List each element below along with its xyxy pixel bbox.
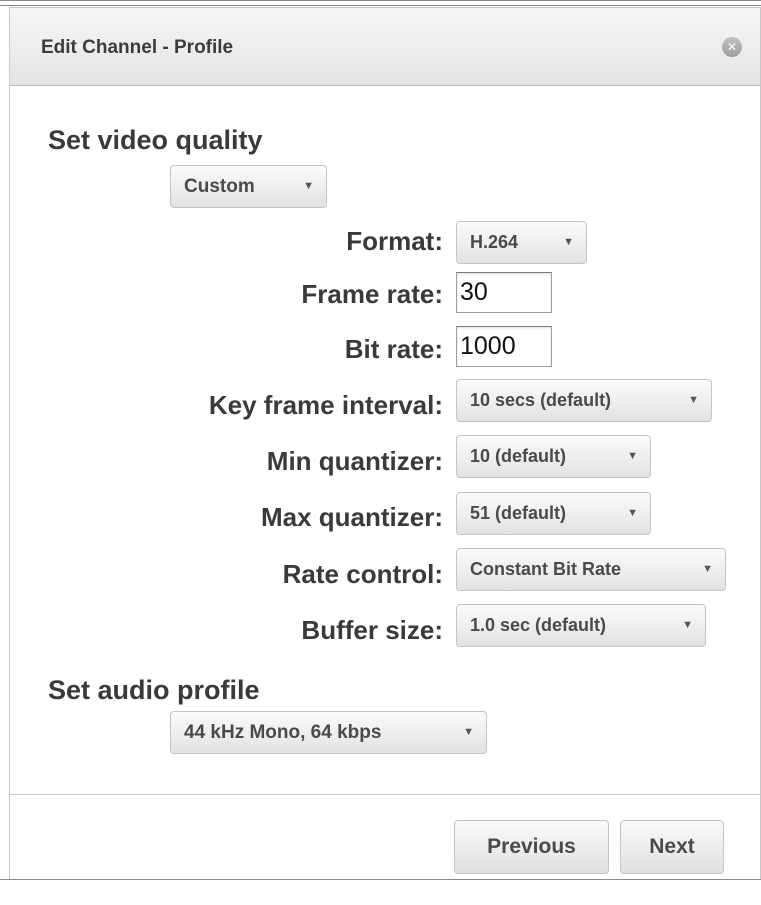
footer-divider xyxy=(10,794,760,795)
bit-rate-input[interactable] xyxy=(456,326,552,367)
rate-control-value: Constant Bit Rate xyxy=(470,559,622,579)
rate-control-label: Rate control: xyxy=(282,559,443,589)
audio-profile-value: 44 kHz Mono, 64 kbps xyxy=(184,722,382,743)
buffer-size-value: 1.0 sec (default) xyxy=(470,615,607,635)
previous-button[interactable]: Previous xyxy=(454,820,609,874)
buffer-size-label: Buffer size: xyxy=(301,615,443,645)
format-select-value: H.264 xyxy=(470,232,519,252)
window-bottom-border xyxy=(0,879,761,880)
chevron-down-icon: ▼ xyxy=(627,450,638,462)
max-quantizer-value: 51 (default) xyxy=(470,503,567,523)
chevron-down-icon: ▼ xyxy=(682,619,693,631)
chevron-down-icon: ▼ xyxy=(627,507,638,519)
key-frame-interval-select[interactable]: 10 secs (default) ▼ xyxy=(456,379,712,422)
video-quality-select-value: Custom xyxy=(184,176,255,197)
audio-profile-heading: Set audio profile xyxy=(48,675,260,705)
rate-control-select[interactable]: Constant Bit Rate ▼ xyxy=(456,548,726,591)
dialog-title: Edit Channel - Profile xyxy=(41,37,234,58)
chevron-down-icon: ▼ xyxy=(702,563,713,575)
min-quantizer-value: 10 (default) xyxy=(470,446,567,466)
max-quantizer-select[interactable]: 51 (default) ▼ xyxy=(456,492,651,535)
window-top-border xyxy=(0,0,761,6)
min-quantizer-select[interactable]: 10 (default) ▼ xyxy=(456,435,651,478)
video-quality-select[interactable]: Custom ▼ xyxy=(170,165,327,208)
buffer-size-select[interactable]: 1.0 sec (default) ▼ xyxy=(456,604,706,647)
audio-profile-select[interactable]: 44 kHz Mono, 64 kbps ▼ xyxy=(170,711,487,754)
bit-rate-label: Bit rate: xyxy=(344,334,443,364)
min-quantizer-label: Min quantizer: xyxy=(266,446,443,476)
video-quality-heading: Set video quality xyxy=(48,125,263,155)
next-button[interactable]: Next xyxy=(620,820,724,874)
chevron-down-icon: ▼ xyxy=(688,394,699,406)
close-icon[interactable]: ✕ xyxy=(722,37,742,57)
format-label: Format: xyxy=(346,226,443,256)
chevron-down-icon: ▼ xyxy=(463,726,474,738)
chevron-down-icon: ▼ xyxy=(303,180,314,192)
key-frame-interval-label: Key frame interval: xyxy=(208,390,443,420)
key-frame-interval-value: 10 secs (default) xyxy=(470,390,612,410)
chevron-down-icon: ▼ xyxy=(563,236,574,248)
edit-channel-dialog: Edit Channel - Profile ✕ Set video quali… xyxy=(9,7,761,879)
frame-rate-input[interactable] xyxy=(456,272,552,313)
format-select[interactable]: H.264 ▼ xyxy=(456,221,587,264)
max-quantizer-label: Max quantizer: xyxy=(260,502,443,532)
dialog-titlebar: Edit Channel - Profile ✕ xyxy=(10,8,760,86)
frame-rate-label: Frame rate: xyxy=(301,279,443,309)
